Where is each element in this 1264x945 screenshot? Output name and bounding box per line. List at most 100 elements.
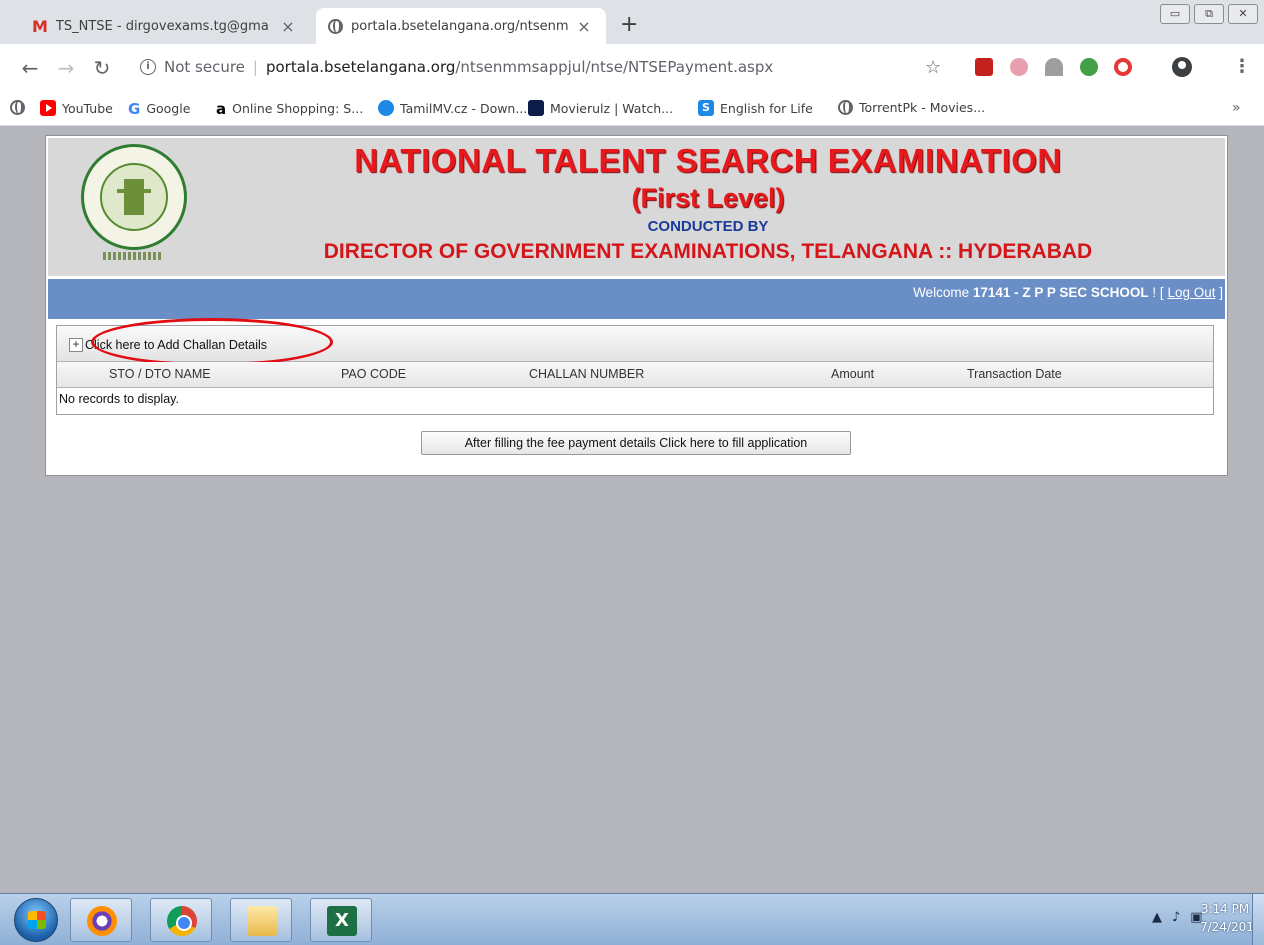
browser-tab-strip: M TS_NTSE - dirgovexams.tg@gma × portala… bbox=[0, 0, 1264, 44]
plus-icon: + bbox=[69, 338, 83, 352]
bookmark-label: YouTube bbox=[62, 100, 113, 116]
column-header[interactable]: STO / DTO NAME bbox=[109, 367, 211, 381]
opera-extension-icon[interactable] bbox=[1114, 58, 1132, 76]
seal-emblem bbox=[100, 163, 168, 231]
welcome-close: ] bbox=[1215, 285, 1223, 300]
seal-tower-icon bbox=[117, 179, 151, 215]
page-title: NATIONAL TALENT SEARCH EXAMINATION bbox=[354, 142, 1062, 179]
close-icon[interactable]: × bbox=[574, 17, 594, 36]
volume-icon[interactable]: ♪ bbox=[1172, 910, 1180, 925]
globe-icon bbox=[328, 18, 343, 34]
column-header[interactable]: Amount bbox=[831, 367, 874, 381]
torch-browser-icon bbox=[87, 906, 117, 936]
seal-caption bbox=[103, 252, 163, 260]
tamilmv-icon bbox=[378, 100, 394, 116]
extension-icon[interactable] bbox=[1010, 58, 1028, 76]
separator: | bbox=[252, 58, 258, 76]
windows-taskbar: X ▲ ♪ ▣ 3:14 PM 7/24/2019 bbox=[0, 893, 1264, 945]
amazon-icon: a bbox=[216, 100, 227, 118]
close-icon[interactable]: × bbox=[278, 17, 298, 36]
close-window-button[interactable]: ✕ bbox=[1228, 4, 1258, 24]
column-header[interactable]: CHALLAN NUMBER bbox=[529, 367, 644, 381]
url-host: portala.bsetelangana.org bbox=[265, 58, 456, 76]
bookmark-label: TorrentPk - Movies... bbox=[859, 100, 986, 115]
add-challan-button[interactable]: + Click here to Add Challan Details bbox=[69, 334, 267, 356]
new-tab-button[interactable]: + bbox=[620, 12, 638, 37]
youtube-icon bbox=[40, 100, 56, 116]
telangana-seal-icon bbox=[81, 144, 187, 250]
bookmark-movierulz[interactable]: Movierulz | Watch... bbox=[528, 100, 673, 116]
start-button[interactable] bbox=[14, 898, 58, 942]
clock-date: 7/24/2019 bbox=[1200, 920, 1262, 934]
tab-title: portala.bsetelangana.org/ntsenm bbox=[351, 18, 569, 34]
authority-name: DIRECTOR OF GOVERNMENT EXAMINATIONS, TEL… bbox=[323, 240, 1093, 263]
clock-time: 3:14 PM bbox=[1200, 902, 1250, 916]
security-label: Not secure bbox=[164, 58, 245, 76]
movierulz-icon bbox=[528, 100, 544, 116]
column-header[interactable]: PAO CODE bbox=[341, 367, 406, 381]
back-button[interactable]: ← bbox=[12, 56, 48, 80]
welcome-suffix: ! [ bbox=[1148, 285, 1168, 300]
grid-command-bar: + Click here to Add Challan Details bbox=[57, 318, 1213, 366]
info-icon[interactable]: i bbox=[140, 59, 156, 75]
bookmark-english-for-life[interactable]: S English for Life bbox=[698, 100, 813, 116]
page-subtitle: (First Level) bbox=[631, 183, 785, 213]
bookmark-apps[interactable] bbox=[10, 100, 25, 115]
taskbar-chrome[interactable] bbox=[150, 898, 212, 942]
chrome-icon bbox=[167, 906, 197, 936]
english-for-life-icon: S bbox=[698, 100, 714, 116]
taskbar-file-explorer[interactable] bbox=[230, 898, 292, 942]
grid-header-row: STO / DTO NAME PAO CODE CHALLAN NUMBER A… bbox=[57, 362, 1213, 388]
page-banner: NATIONAL TALENT SEARCH EXAMINATION (Firs… bbox=[48, 138, 1225, 276]
tab-active-page[interactable]: portala.bsetelangana.org/ntsenm × bbox=[316, 8, 606, 44]
address-bar[interactable]: i Not secure | portala.bsetelangana.org /… bbox=[140, 49, 960, 85]
bookmark-star-icon[interactable]: ☆ bbox=[925, 57, 941, 78]
flash-extension-icon[interactable] bbox=[975, 58, 993, 76]
account-icon[interactable] bbox=[1172, 57, 1192, 77]
menu-icon[interactable]: ⋮ bbox=[1233, 56, 1251, 77]
user-name: 17141 - Z P P SEC SCHOOL bbox=[972, 285, 1149, 300]
url-path: /ntsenmmsappjul/ntse/NTSEPayment.aspx bbox=[455, 58, 774, 76]
fill-application-button[interactable]: After filling the fee payment details Cl… bbox=[421, 431, 851, 455]
reload-button[interactable]: ↻ bbox=[84, 56, 120, 80]
welcome-prefix: Welcome bbox=[913, 285, 973, 300]
gmail-icon: M bbox=[32, 16, 48, 36]
forward-button[interactable]: → bbox=[48, 56, 84, 80]
bookmark-label: TamilMV.cz - Down... bbox=[400, 100, 528, 116]
logout-link[interactable]: Log Out bbox=[1167, 285, 1215, 300]
page-container: NATIONAL TALENT SEARCH EXAMINATION (Firs… bbox=[45, 135, 1228, 476]
bookmark-torrentpk[interactable]: TorrentPk - Movies... bbox=[838, 100, 985, 115]
bookmark-tamilmv[interactable]: TamilMV.cz - Down... bbox=[378, 100, 527, 116]
minimize-button[interactable]: ▭ bbox=[1160, 4, 1190, 24]
extension-icon[interactable] bbox=[1080, 58, 1098, 76]
taskbar-torch-browser[interactable] bbox=[70, 898, 132, 942]
excel-icon: X bbox=[327, 906, 357, 936]
tab-title: TS_NTSE - dirgovexams.tg@gma bbox=[55, 18, 269, 34]
column-header[interactable]: Transaction Date bbox=[967, 367, 1062, 381]
restore-button[interactable]: ⧉ bbox=[1194, 4, 1224, 24]
show-hidden-icons-icon[interactable]: ▲ bbox=[1152, 910, 1162, 925]
add-challan-label: Click here to Add Challan Details bbox=[85, 338, 268, 352]
taskbar-clock[interactable]: 3:14 PM 7/24/2019 bbox=[1200, 900, 1262, 936]
grid-empty-message: No records to display. bbox=[59, 392, 179, 406]
file-explorer-icon bbox=[247, 906, 277, 936]
bookmark-youtube[interactable]: YouTube bbox=[40, 100, 113, 116]
welcome-bar: Welcome 17141 - Z P P SEC SCHOOL ! [ Log… bbox=[48, 279, 1225, 319]
system-tray: ▲ ♪ ▣ bbox=[1152, 910, 1203, 925]
bookmark-label: Google bbox=[146, 100, 191, 116]
window-controls: ▭ ⧉ ✕ bbox=[1160, 4, 1258, 24]
google-icon: G bbox=[128, 100, 141, 118]
more-bookmarks-button[interactable]: » bbox=[1232, 100, 1241, 116]
challan-grid: + Click here to Add Challan Details STO … bbox=[56, 318, 1214, 415]
bookmark-label: Movierulz | Watch... bbox=[550, 100, 674, 116]
taskbar-excel[interactable]: X bbox=[310, 898, 372, 942]
welcome-message: Welcome 17141 - Z P P SEC SCHOOL ! [ Log… bbox=[913, 285, 1223, 300]
globe-icon bbox=[838, 100, 853, 115]
show-desktop-button[interactable] bbox=[1252, 894, 1264, 945]
conducted-by-label: CONDUCTED BY bbox=[647, 218, 769, 235]
bookmark-google[interactable]: G Google bbox=[128, 100, 191, 118]
globe-icon bbox=[10, 100, 25, 115]
tab-gmail[interactable]: M TS_NTSE - dirgovexams.tg@gma × bbox=[20, 8, 310, 44]
bookmark-amazon[interactable]: a Online Shopping: S... bbox=[216, 100, 363, 118]
extension-icon[interactable] bbox=[1045, 58, 1063, 76]
